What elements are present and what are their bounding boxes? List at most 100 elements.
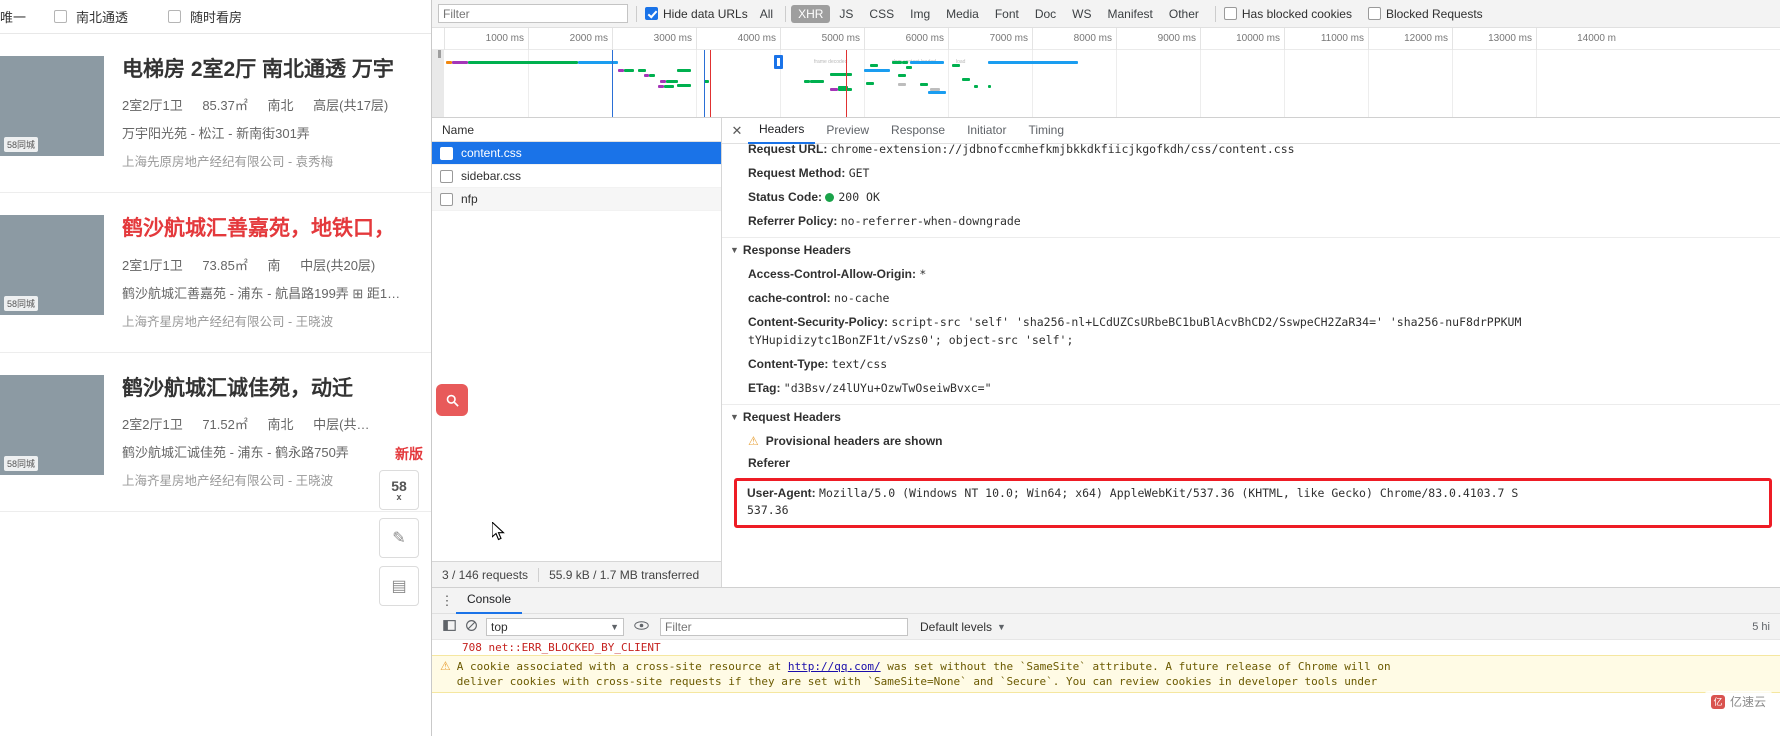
timeline-tick: 12000 ms [1368, 28, 1452, 50]
timeline-gridline [1536, 50, 1537, 117]
tab-preview[interactable]: Preview [815, 118, 880, 143]
timeline-request-bar [974, 85, 978, 88]
type-filter-all[interactable]: All [753, 5, 780, 23]
listing-meta-floor: 中层(共20层) [300, 258, 375, 273]
request-list-body[interactable]: content.css sidebar.css nfp [432, 142, 721, 561]
type-filter-manifest[interactable]: Manifest [1101, 5, 1160, 23]
warning-triangle-icon: ⚠ [440, 659, 451, 673]
request-row-content-css[interactable]: content.css [432, 142, 721, 165]
timeline-screenshot-marker[interactable] [774, 55, 783, 69]
warning-text-after: was set without the `SameSite` attribute… [881, 660, 1391, 673]
type-filter-js[interactable]: JS [832, 5, 860, 23]
chevron-down-icon[interactable]: ▼ [730, 245, 739, 255]
console-drawer: ⋮ Console top ▼ Default l [432, 588, 1780, 736]
console-sidebar-icon[interactable] [438, 619, 460, 635]
timeline-canvas[interactable]: frame decoded dom content loaded load [432, 50, 1780, 117]
request-row-nfp[interactable]: nfp [432, 188, 721, 211]
tab-timing[interactable]: Timing [1017, 118, 1075, 143]
listing-item[interactable]: 58同城 鹤沙航城汇善嘉苑，地铁口， 2室1厅1卫 73.85㎡ 南 中层(共2… [0, 193, 431, 352]
clear-console-icon[interactable] [460, 619, 482, 635]
tab-console[interactable]: Console [456, 587, 522, 614]
hide-data-urls-checkbox[interactable]: Hide data URLs [645, 7, 748, 21]
more-options-icon[interactable]: ⋮ [438, 593, 456, 609]
console-levels-select[interactable]: Default levels ▼ [920, 620, 1006, 634]
has-blocked-cookies-label: Has blocked cookies [1242, 7, 1352, 21]
type-filter-img[interactable]: Img [903, 5, 937, 23]
search-icon[interactable] [436, 384, 468, 416]
timeline-request-bar [962, 78, 970, 81]
timeline-request-bar [638, 69, 646, 72]
timeline-request-bar [892, 61, 902, 64]
console-filter-input[interactable] [660, 618, 908, 636]
warning-link[interactable]: http://qq.com/ [788, 660, 881, 673]
tab-initiator[interactable]: Initiator [956, 118, 1017, 143]
listing-title[interactable]: 鹤沙航城汇诚佳苑，动迁 [122, 375, 421, 402]
checkbox-box[interactable] [1224, 7, 1237, 20]
timeline-gridline [1452, 50, 1453, 117]
column-header-name[interactable]: Name [442, 123, 474, 137]
timeline-request-bar [902, 61, 908, 64]
tab-headers[interactable]: Headers [748, 117, 815, 144]
header-key: Content-Type: [748, 357, 828, 371]
header-key: Referrer Policy: [748, 214, 837, 228]
header-key: Content-Security-Policy: [748, 315, 888, 329]
filter-checkbox-suishi[interactable]: 随时看房 [168, 7, 242, 26]
type-filter-doc[interactable]: Doc [1028, 5, 1063, 23]
network-overview-timeline[interactable]: 1000 ms 2000 ms 3000 ms 4000 ms 5000 ms … [432, 28, 1780, 118]
row-checkbox[interactable] [440, 193, 453, 206]
request-list-header[interactable]: Name [432, 118, 721, 142]
timeline-scroll-thumb[interactable] [438, 50, 441, 58]
listing-agent: 上海齐星房地产经纪有限公司 - 王晓波 [122, 470, 421, 489]
listing-thumbnail[interactable]: 58同城 [0, 375, 104, 475]
tab-response[interactable]: Response [880, 118, 956, 143]
listing-item[interactable]: 58同城 鹤沙航城汇诚佳苑，动迁 2室2厅1卫 71.52㎡ 南北 中层(共… … [0, 353, 431, 512]
network-filter-input[interactable] [438, 4, 628, 23]
row-checkbox[interactable] [440, 170, 453, 183]
checkbox-box[interactable] [645, 7, 658, 20]
console-messages-area[interactable]: 708 net::ERR_BLOCKED_BY_CLIENT ⚠ A cooki… [432, 640, 1780, 736]
type-filter-css[interactable]: CSS [862, 5, 901, 23]
type-filter-font[interactable]: Font [988, 5, 1026, 23]
checkbox-box[interactable] [1368, 7, 1381, 20]
chevron-down-icon[interactable]: ▼ [730, 412, 739, 422]
header-etag: ETag: "d3Bsv/z4lUYu+OzwTwOseiwBvxc=" [722, 376, 1780, 400]
listing-item[interactable]: 58同城 电梯房 2室2厅 南北通透 万宇 2室2厅1卫 85.37㎡ 南北 高… [0, 34, 431, 193]
rail-edit-pencil-icon[interactable]: ✎ [379, 518, 419, 558]
timeline-tick: 2000 ms [528, 28, 612, 50]
listing-thumbnail[interactable]: 58同城 [0, 215, 104, 315]
console-context-select[interactable]: top ▼ [486, 618, 624, 636]
headers-content[interactable]: Request URL: chrome-extension://jdbnofcc… [722, 144, 1780, 587]
rail-58-logo-icon[interactable]: 58 x [379, 470, 419, 510]
listing-title[interactable]: 电梯房 2室2厅 南北通透 万宇 [122, 56, 421, 83]
filter-checkbox-nanbei[interactable]: 南北通透 [54, 7, 128, 26]
checkbox-box[interactable] [54, 10, 67, 23]
request-row-sidebar-css[interactable]: sidebar.css [432, 165, 721, 188]
close-icon[interactable]: ✕ [726, 123, 748, 139]
listing-agent: 上海齐星房地产经纪有限公司 - 王晓波 [122, 311, 421, 330]
chevron-down-icon[interactable]: ▼ [610, 622, 619, 632]
new-version-tag[interactable]: 新版 [395, 444, 423, 464]
timeline-request-bar [898, 83, 906, 86]
type-filter-ws[interactable]: WS [1065, 5, 1098, 23]
request-headers-section-title[interactable]: ▼Request Headers [722, 404, 1780, 429]
rail-feedback-icon[interactable]: ▤ [379, 566, 419, 606]
timeline-request-bar [666, 80, 678, 83]
request-name: content.css [461, 146, 522, 160]
blocked-requests-checkbox[interactable]: Blocked Requests [1368, 7, 1483, 21]
response-headers-section-title[interactable]: ▼Response Headers [722, 237, 1780, 262]
live-expression-icon[interactable] [630, 619, 652, 634]
listing-badge: 58同城 [4, 137, 38, 152]
type-filter-media[interactable]: Media [939, 5, 986, 23]
type-filter-other[interactable]: Other [1162, 5, 1206, 23]
listing-title[interactable]: 鹤沙航城汇善嘉苑，地铁口， [122, 215, 421, 242]
has-blocked-cookies-checkbox[interactable]: Has blocked cookies [1224, 7, 1352, 21]
yisu-logo-icon: 亿 [1711, 695, 1725, 709]
timeline-tick: 4000 ms [696, 28, 780, 50]
listing-thumbnail[interactable]: 58同城 [0, 56, 104, 156]
chevron-down-icon[interactable]: ▼ [997, 622, 1006, 632]
checkbox-box[interactable] [168, 10, 181, 23]
row-checkbox[interactable] [440, 147, 453, 160]
mouse-cursor [492, 522, 506, 542]
type-filter-xhr[interactable]: XHR [791, 5, 830, 23]
listing-meta-orientation: 南 [268, 258, 281, 273]
